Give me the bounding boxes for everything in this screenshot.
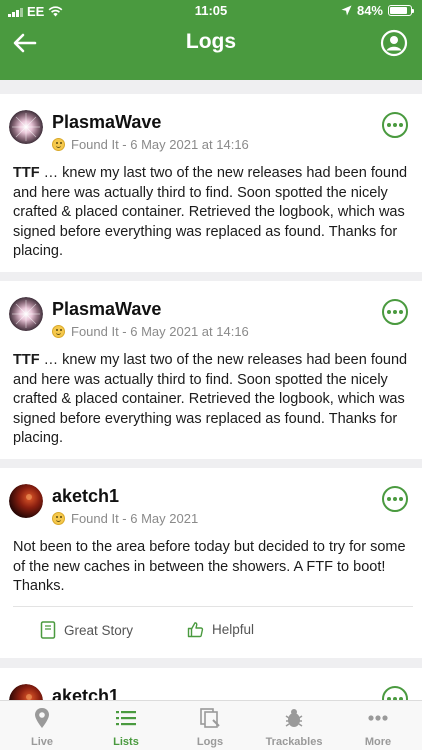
log-type-date: Found It - 6 May 2021 at 14:16 [71, 324, 249, 339]
log-text: TTF … knew my last two of the new releas… [13, 351, 413, 449]
log-text-body: … knew my last two of the new releases h… [13, 352, 408, 446]
tab-label: Live [30, 736, 53, 748]
log-text: Not been to the area before today but de… [13, 539, 406, 594]
log-text-bold: TTF [13, 352, 40, 368]
battery-icon [388, 5, 414, 16]
book-icon [40, 621, 56, 639]
log-card: aketch1 [0, 668, 422, 700]
log-type-date: Found It - 6 May 2021 at 14:16 [71, 137, 249, 152]
tab-trackables[interactable]: Trackables [252, 701, 336, 750]
log-username[interactable]: PlasmaWave [52, 299, 161, 320]
more-options-button[interactable] [382, 486, 408, 512]
great-story-label: Great Story [64, 622, 134, 638]
location-arrow-icon [341, 5, 352, 16]
log-username[interactable]: aketch1 [52, 486, 119, 507]
found-it-smiley-icon [52, 325, 65, 338]
page-title: Logs [185, 30, 237, 53]
found-it-smiley-icon [52, 512, 65, 525]
tab-more[interactable]: More [336, 701, 422, 750]
avatar [9, 297, 43, 331]
thumbs-up-icon [187, 622, 204, 638]
log-meta: Found It - 6 May 2021 at 14:16 [52, 137, 249, 152]
more-options-button[interactable] [382, 112, 408, 138]
found-it-smiley-icon [52, 138, 65, 151]
tab-live[interactable]: Live [0, 701, 84, 750]
log-type-date: Found It - 6 May 2021 [71, 511, 199, 526]
more-options-button[interactable] [382, 686, 408, 700]
profile-icon[interactable] [380, 29, 408, 57]
log-username[interactable]: aketch1 [52, 686, 119, 700]
log-meta: Found It - 6 May 2021 [52, 511, 198, 526]
helpful-button[interactable]: Helpful [187, 621, 254, 638]
avatar [9, 110, 43, 144]
more-options-button[interactable] [382, 299, 408, 325]
log-username[interactable]: PlasmaWave [52, 112, 161, 133]
log-text-body: … knew my last two of the new releases h… [13, 165, 408, 259]
tab-label: More [364, 736, 392, 748]
tab-bar: Live Lists Logs Trackables More [0, 700, 422, 750]
map-pin-icon [35, 708, 49, 728]
nav-bar: Logs [0, 22, 422, 64]
app-header: EE 11:05 84% Logs [0, 0, 422, 80]
avatar [9, 484, 43, 518]
log-card: PlasmaWave Found It - 6 May 2021 at 14:1… [0, 281, 422, 459]
log-card: aketch1 Found It - 6 May 2021 Not been t… [0, 468, 422, 658]
tab-label: Logs [196, 736, 224, 748]
great-story-button[interactable]: Great Story [40, 621, 133, 639]
log-card: PlasmaWave Found It - 6 May 2021 at 14:1… [0, 94, 422, 272]
tab-logs[interactable]: Logs [168, 701, 252, 750]
avatar [9, 684, 43, 700]
status-right: 84% [341, 3, 414, 18]
tab-lists[interactable]: Lists [84, 701, 168, 750]
list-icon [116, 711, 136, 726]
log-actions: Great Story Helpful [13, 606, 413, 658]
battery-percent: 84% [356, 3, 383, 18]
logs-icon [200, 708, 220, 728]
helpful-label: Helpful [212, 622, 255, 637]
log-text-bold: TTF [13, 165, 40, 181]
log-meta: Found It - 6 May 2021 at 14:16 [52, 324, 249, 339]
more-dots-icon [368, 715, 388, 721]
tab-label: Trackables [265, 736, 323, 748]
log-list[interactable]: PlasmaWave Found It - 6 May 2021 at 14:1… [0, 80, 422, 700]
tab-label: Lists [113, 736, 139, 748]
bug-icon [285, 709, 303, 727]
log-text: TTF … knew my last two of the new releas… [13, 164, 413, 262]
status-bar: EE 11:05 84% [0, 0, 422, 22]
